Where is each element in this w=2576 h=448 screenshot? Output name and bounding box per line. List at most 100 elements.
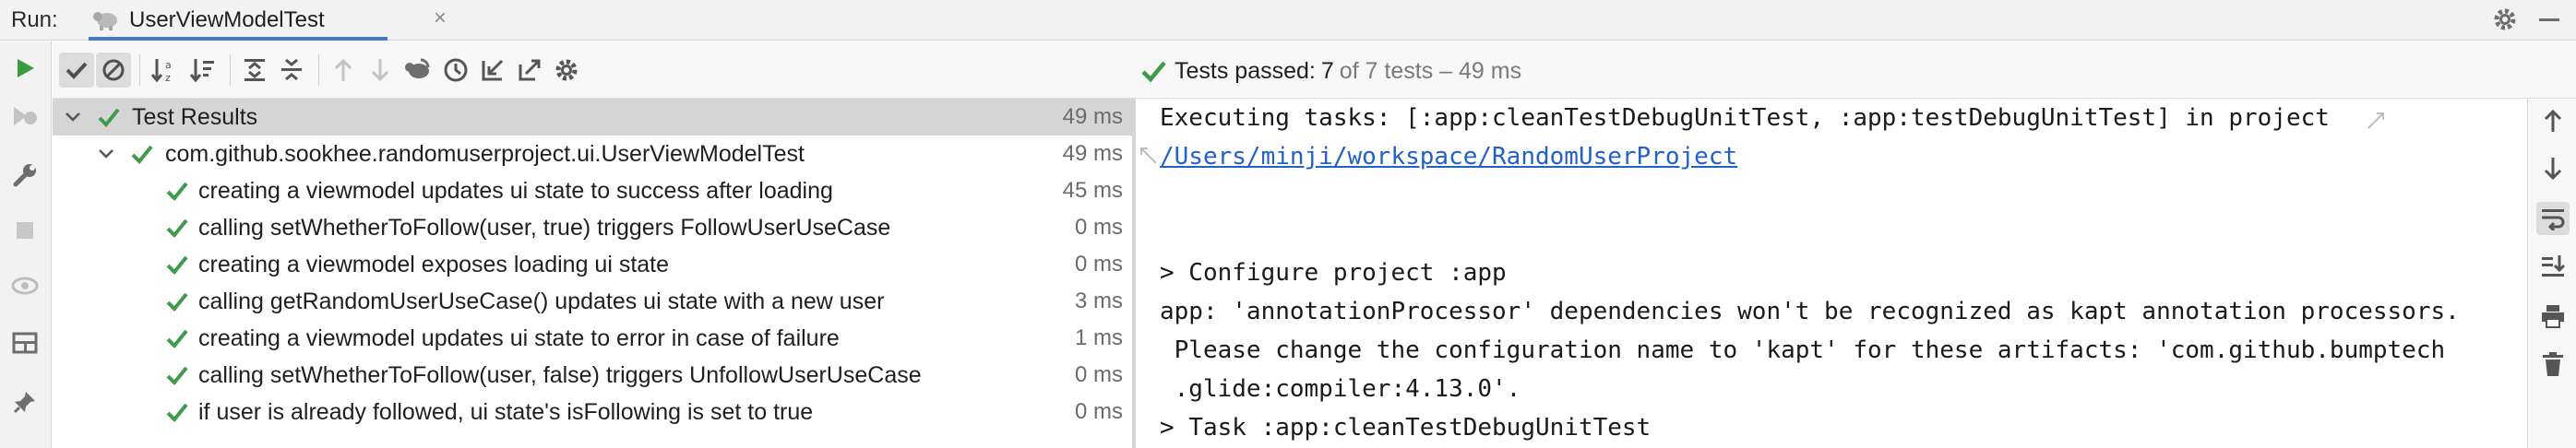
collapse-all-button[interactable] (274, 53, 309, 88)
passed-check-icon (166, 366, 188, 385)
export-icon (519, 59, 541, 81)
expand-all-icon (244, 59, 265, 81)
rerun-automatically-button[interactable] (400, 53, 435, 88)
close-icon[interactable]: × (434, 6, 447, 31)
ignored-icon (102, 59, 125, 81)
svg-text:a: a (165, 59, 172, 71)
previous-occurrence-button[interactable] (326, 53, 361, 88)
print-button[interactable] (2536, 300, 2570, 333)
passed-check-icon (166, 218, 188, 238)
runner-settings-button[interactable] (549, 53, 584, 88)
tree-node-label: calling setWhetherToFollow(user, false) … (198, 361, 922, 388)
tree-node-label: if user is already followed, ui state's … (198, 398, 814, 425)
test-duration: 1 ms (1074, 325, 1123, 350)
test-history-button[interactable] (438, 53, 473, 88)
scroll-down-button[interactable] (2536, 152, 2570, 185)
rerun-failed-button[interactable] (9, 100, 41, 132)
tree-node-test-suite[interactable]: com.github.sookhee.randomuserproject.ui.… (53, 136, 1132, 172)
view-options-button[interactable] (9, 270, 41, 301)
chevron-down-icon[interactable] (97, 145, 115, 163)
toolbar-separator (318, 54, 319, 86)
test-runner-toolbar: az Tests passed: 7 of 7 tests – 49 ms (53, 41, 2576, 99)
eye-icon (11, 277, 39, 295)
tree-node-test[interactable]: calling getRandomUserUseCase() updates u… (53, 283, 1132, 320)
scroll-to-end-button[interactable] (2536, 250, 2570, 283)
import-icon (482, 59, 504, 81)
passed-check-icon (98, 108, 120, 127)
svg-text:z: z (165, 72, 171, 84)
test-run-icon (92, 7, 118, 31)
tree-node-label: Test Results (132, 103, 258, 130)
show-ignored-button[interactable] (96, 53, 131, 88)
tree-node-test[interactable]: if user is already followed, ui state's … (53, 394, 1132, 430)
toolbar-separator (139, 54, 140, 86)
soft-wrap-icon (2542, 209, 2565, 230)
wrench-icon (13, 164, 36, 187)
arrow-down-icon (2544, 158, 2562, 181)
show-passed-button[interactable] (59, 53, 94, 88)
test-duration: 0 ms (1074, 399, 1123, 424)
scroll-to-end-icon (2542, 255, 2566, 277)
console-output[interactable]: Executing tasks: [:app:cleanTestDebugUni… (1136, 99, 2528, 448)
run-tab-user-viewmodel-test[interactable]: UserViewModelTest × (89, 0, 447, 41)
stop-button[interactable] (9, 215, 41, 246)
printer-icon (2542, 305, 2564, 328)
tree-node-label: creating a viewmodel exposes loading ui … (198, 251, 670, 277)
test-duration: 49 ms (1062, 104, 1123, 129)
tests-status: Tests passed: 7 of 7 tests – 49 ms (1139, 54, 1521, 88)
console-actions-strip (2529, 99, 2576, 448)
passed-check-icon (166, 255, 188, 275)
test-duration: 45 ms (1062, 178, 1123, 203)
layout-icon (12, 332, 38, 354)
expand-all-button[interactable] (237, 53, 272, 88)
tree-node-test[interactable]: creating a viewmodel updates ui state to… (53, 172, 1132, 209)
tree-node-test-results[interactable]: Test Results 49 ms (53, 99, 1132, 136)
passed-check-icon (166, 182, 188, 201)
layout-button[interactable] (9, 327, 41, 359)
settings-gear-icon[interactable] (2491, 6, 2519, 33)
minimize-icon[interactable] (2539, 18, 2559, 21)
passed-check-icon (166, 292, 188, 312)
sort-duration-icon (189, 59, 214, 83)
console-line: Executing tasks: [:app:cleanTestDebugUni… (1160, 104, 2330, 132)
rerun-button[interactable] (9, 53, 41, 84)
import-tests-button[interactable] (475, 53, 510, 88)
passed-check-icon (166, 403, 188, 422)
tree-node-test[interactable]: calling setWhetherToFollow(user, true) t… (53, 209, 1132, 246)
build-settings-button[interactable] (9, 159, 41, 191)
toolbar-separator (230, 54, 231, 86)
passed-check-icon (1141, 61, 1166, 83)
tree-node-label: com.github.sookhee.randomuserproject.ui.… (165, 140, 805, 167)
scroll-up-button[interactable] (2536, 104, 2570, 137)
console-line: > Configure project :app (1160, 259, 1507, 287)
stop-icon (17, 222, 33, 239)
tree-node-test[interactable]: creating a viewmodel exposes loading ui … (53, 246, 1132, 283)
clock-icon (444, 58, 468, 82)
next-occurrence-button[interactable] (363, 53, 398, 88)
arrow-up-icon (2544, 109, 2562, 132)
sort-by-duration-button[interactable] (185, 53, 221, 88)
tests-status-label: Tests passed: (1175, 57, 1316, 84)
run-tab-title: UserViewModelTest (129, 7, 325, 32)
export-results-button[interactable] (512, 53, 547, 88)
checkmark-icon (66, 62, 88, 79)
pin-tab-button[interactable] (9, 386, 41, 418)
sort-alpha-icon: az (150, 59, 172, 84)
tree-node-test[interactable]: creating a viewmodel updates ui state to… (53, 320, 1132, 357)
soft-wrap-indicator-icon (2367, 112, 2384, 129)
tree-node-test[interactable]: calling setWhetherToFollow(user, false) … (53, 357, 1132, 394)
tree-node-label: calling setWhetherToFollow(user, true) t… (198, 214, 891, 241)
clear-all-button[interactable] (2536, 348, 2570, 381)
console-line: app: 'annotationProcessor' dependencies … (1160, 298, 2460, 325)
chevron-down-icon[interactable] (64, 108, 82, 126)
project-path-link[interactable]: /Users/minji/workspace/RandomUserProject (1160, 143, 1737, 171)
console-line: Please change the configuration name to … (1160, 336, 2446, 364)
soft-wrap-button[interactable] (2536, 202, 2570, 235)
sort-alphabetically-button[interactable]: az (147, 53, 182, 88)
gear-icon (555, 59, 578, 81)
run-actions-strip (0, 41, 52, 448)
soft-wrap-indicator-icon (1140, 147, 1157, 164)
arrow-down-icon (371, 59, 389, 82)
arrow-up-icon (334, 58, 352, 81)
test-results-tree: Test Results 49 ms com.github.sookhee.ra… (53, 99, 1132, 448)
